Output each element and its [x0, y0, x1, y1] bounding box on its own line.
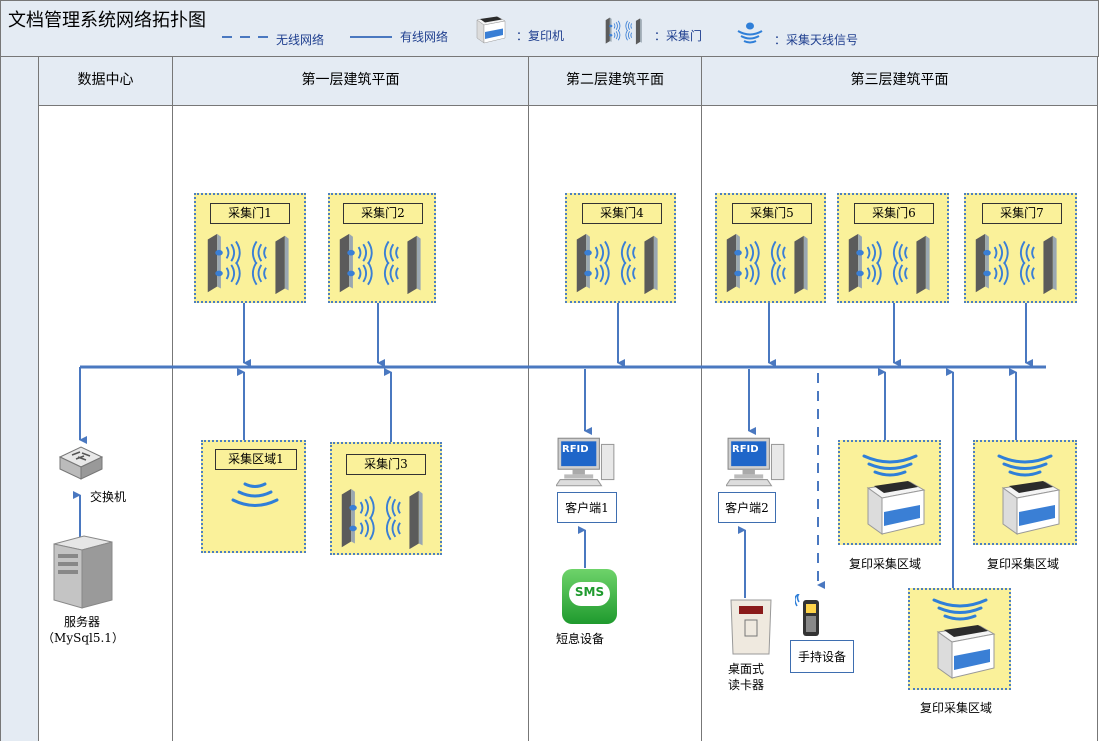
gate-label: 采集门7 [982, 203, 1062, 224]
copy-zone-label-3: 复印采集区域 [920, 701, 993, 715]
handheld-icon [795, 594, 819, 636]
gate-icon [845, 233, 939, 295]
copy-zone-label-1: 复印采集区域 [849, 557, 922, 571]
sms-label: 短息设备 [556, 632, 605, 646]
sms-icon-text: SMS [574, 585, 605, 599]
gate-zone-6: 采集门6 [837, 193, 949, 303]
gate-icon [573, 233, 667, 295]
desk-reader-label-1: 桌面式 [728, 662, 765, 676]
gate-zone-3: 采集门3 [330, 442, 442, 555]
client-2-box: 客户端2 [718, 492, 776, 523]
rfid-text: RFID [562, 444, 589, 455]
gate-zone-7: 采集门7 [964, 193, 1077, 303]
server-label: 服务器 [63, 615, 100, 629]
server-sub-label: （MySql5.1） [42, 631, 124, 645]
gate-label: 采集门2 [343, 203, 423, 224]
handheld-box: 手持设备 [790, 640, 854, 673]
server-icon [53, 535, 113, 609]
desk-reader-label-2: 读卡器 [728, 678, 765, 692]
switch-label: 交换机 [90, 490, 127, 504]
gate-label: 采集门4 [582, 203, 662, 224]
gate-label: 采集门5 [732, 203, 812, 224]
rfid-computer-1: RFID [556, 436, 618, 488]
gate-icon [336, 233, 430, 295]
gate-icon [338, 488, 432, 550]
area-label: 采集区域1 [215, 449, 297, 470]
copier-icon [924, 620, 1004, 684]
gate-zone-2: 采集门2 [328, 193, 436, 303]
gate-zone-1: 采集门1 [194, 193, 306, 303]
collect-area-1: 采集区域1 [201, 440, 306, 553]
copier-icon [989, 476, 1069, 540]
client-1-box: 客户端1 [557, 492, 617, 523]
copy-zone-2 [973, 440, 1077, 545]
gate-zone-5: 采集门5 [715, 193, 826, 303]
copy-zone-1 [838, 440, 941, 545]
gate-icon [972, 233, 1066, 295]
desk-reader-icon [730, 599, 772, 655]
gate-label: 采集门1 [210, 203, 290, 224]
gate-icon [204, 233, 298, 295]
gate-label: 采集门6 [854, 203, 934, 224]
copier-icon [854, 476, 934, 540]
gate-icon [723, 233, 817, 295]
copy-zone-3 [908, 588, 1011, 690]
rfid-text: RFID [732, 444, 759, 455]
switch-icon [58, 446, 104, 480]
rfid-computer-2: RFID [726, 436, 788, 488]
antenna-icon [231, 482, 279, 507]
copy-zone-label-2: 复印采集区域 [987, 557, 1060, 571]
sms-icon: SMS [562, 569, 617, 624]
gate-label: 采集门3 [346, 454, 426, 475]
gate-zone-4: 采集门4 [565, 193, 676, 303]
